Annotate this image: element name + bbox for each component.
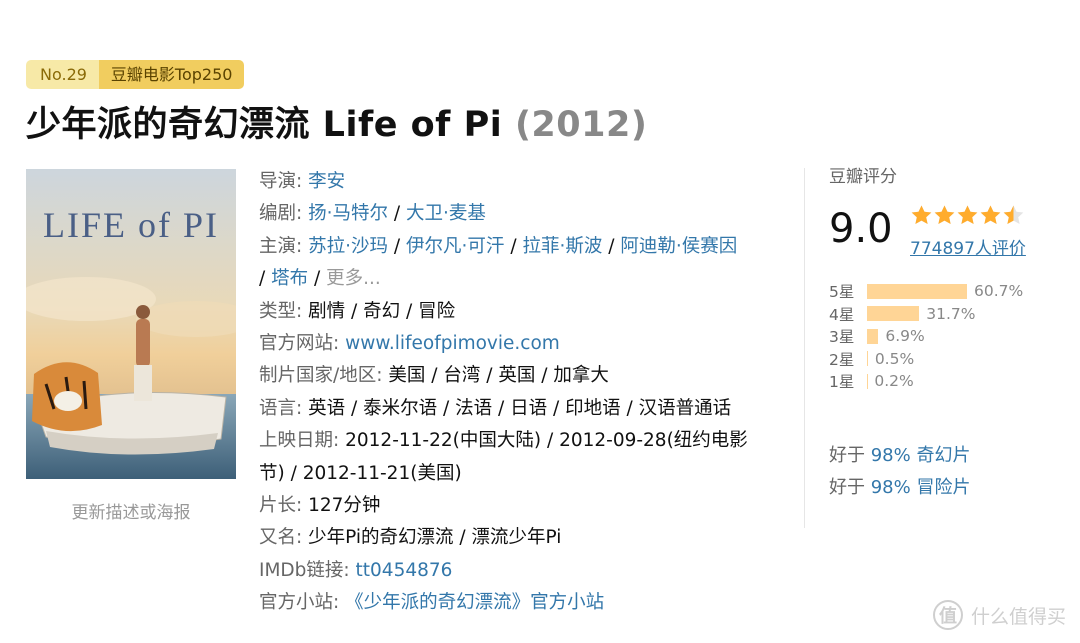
- rating-stars: [910, 204, 1025, 227]
- genre-label: 类型:: [259, 300, 303, 322]
- writer-label: 编剧: [259, 203, 297, 225]
- writer-link[interactable]: 扬·马特尔: [308, 203, 388, 224]
- info-director: 导演: 李安: [259, 171, 346, 192]
- runtime-label: 片长:: [259, 495, 303, 517]
- info-cast-cont: / 塔布 / 更多...: [259, 268, 381, 290]
- info-blog: 官方小站: 《少年派的奇幻漂流》官方小站: [259, 587, 789, 619]
- poster-title: LIFE of PI: [43, 205, 219, 245]
- poster-image: LIFE of PI: [26, 169, 236, 479]
- update-poster-link[interactable]: 更新描述或海报: [26, 498, 236, 523]
- director-link[interactable]: 李安: [308, 171, 345, 192]
- star-icon: [957, 205, 978, 225]
- rating-bar: [867, 328, 879, 344]
- title-text: 少年派的奇幻漂流 Life of Pi: [26, 105, 503, 145]
- star-icon: [911, 205, 932, 225]
- imdb-label: IMDb链接:: [259, 559, 350, 581]
- rating-label: 豆瓣评分: [829, 167, 897, 187]
- cast-link[interactable]: 苏拉·沙玛: [308, 236, 388, 257]
- rating-bar: [867, 283, 967, 299]
- country-label: 制片国家/地区:: [259, 365, 383, 387]
- aka-value: 少年Pi的奇幻漂流 / 漂流少年Pi: [308, 527, 562, 549]
- rating-row-pct: 0.2%: [874, 372, 914, 391]
- rating-score: 9.0: [829, 206, 893, 252]
- better-prefix: 好于: [829, 445, 865, 466]
- better-than-row: 好于 98% 冒险片: [829, 472, 970, 504]
- better-prefix: 好于: [829, 477, 865, 498]
- better-than-row: 好于 98% 奇幻片: [829, 440, 970, 472]
- cast-link[interactable]: 伊尔凡·可汗: [406, 236, 504, 257]
- official-blog-link[interactable]: 《少年派的奇幻漂流》官方小站: [345, 592, 604, 613]
- rating-distribution: 5星 60.7% 4星 31.7% 3星 6.9% 2星 0.5% 1星 0.2…: [829, 280, 1069, 393]
- info-release-cont: 节) / 2012-11-21(美国): [259, 458, 789, 490]
- runtime-value: 127分钟: [308, 495, 381, 517]
- better-than: 好于 98% 奇幻片 好于 98% 冒险片: [829, 440, 970, 504]
- star-icon: [934, 205, 955, 225]
- movie-poster[interactable]: LIFE of PI: [26, 169, 236, 479]
- title-year: (2012): [514, 105, 648, 145]
- rating-row-label: 1星: [829, 373, 855, 392]
- rating-row-pct: 0.5%: [874, 349, 915, 368]
- info-country: 制片国家/地区: 美国 / 台湾 / 英国 / 加拿大: [259, 360, 789, 392]
- top250-badge[interactable]: No.29 豆瓣电影Top250: [26, 60, 245, 89]
- rating-row-pct: 6.9%: [885, 327, 925, 346]
- imdb-link[interactable]: tt0454876: [356, 560, 453, 581]
- watermark: 值 什么值得买: [932, 600, 1066, 630]
- info-release: 上映日期: 2012-11-22(中国大陆) / 2012-09-28(纽约电影: [259, 425, 789, 457]
- info-aka: 又名: 少年Pi的奇幻漂流 / 漂流少年Pi: [259, 522, 789, 554]
- movie-title: 少年派的奇幻漂流 Life of Pi (2012): [26, 96, 647, 147]
- info-language: 语言: 英语 / 泰米尔语 / 法语 / 日语 / 印地语 / 汉语普通话: [259, 393, 789, 425]
- rating-row-label: 4星: [829, 305, 855, 324]
- watermark-text: 什么值得买: [970, 605, 1066, 628]
- rating-row: 3星 6.9%: [829, 325, 1069, 348]
- writer-link[interactable]: 大卫·麦基: [406, 203, 486, 224]
- info-writers: 编剧: 扬·马特尔 / 大卫·麦基: [259, 203, 486, 225]
- aka-label: 又名:: [259, 527, 303, 549]
- rating-row-label: 2星: [829, 350, 855, 369]
- release-label: 上映日期:: [259, 430, 340, 452]
- rating-panel: 豆瓣评分 9.0 774897人评价 5星 60.7% 4星 31.7% 3星 …: [829, 162, 1069, 498]
- cast-link[interactable]: 塔布: [271, 268, 308, 289]
- official-site-link[interactable]: www.lifeofpimovie.com: [345, 333, 560, 354]
- director-label: 导演: [259, 171, 297, 192]
- blog-label: 官方小站:: [259, 592, 340, 614]
- info-runtime: 片长: 127分钟: [259, 490, 789, 522]
- top250-label: 豆瓣电影Top250: [98, 60, 245, 89]
- rating-row: 4星 31.7%: [829, 303, 1069, 326]
- rating-bar: [867, 306, 920, 322]
- info-imdb: IMDb链接: tt0454876: [259, 555, 789, 587]
- rating-votes-link[interactable]: 774897人评价: [910, 234, 1026, 259]
- language-label: 语言:: [259, 397, 303, 419]
- release-value: 2012-11-22(中国大陆) / 2012-09-28(纽约电影: [345, 430, 748, 452]
- rating-row: 1星 0.2%: [829, 370, 1069, 393]
- cast-link[interactable]: 阿迪勒·侯赛因: [620, 236, 737, 257]
- better-link[interactable]: 98% 冒险片: [871, 477, 971, 498]
- site-label: 官方网站:: [259, 333, 340, 355]
- rating-row-pct: 60.7%: [974, 282, 1024, 301]
- country-value: 美国 / 台湾 / 英国 / 加拿大: [388, 365, 609, 387]
- rating-row-pct: 31.7%: [926, 304, 976, 323]
- rating-row: 5星 60.7%: [829, 280, 1069, 303]
- info-genre: 类型: 剧情 / 奇幻 / 冒险: [259, 296, 789, 328]
- rating-bar: [867, 351, 868, 367]
- star-icon: [980, 205, 1001, 225]
- watermark-logo-icon: 值: [932, 600, 963, 630]
- info-site: 官方网站: www.lifeofpimovie.com: [259, 328, 789, 360]
- rating-row: 2星 0.5%: [829, 348, 1069, 371]
- release-value-cont: 节) / 2012-11-21(美国): [259, 462, 462, 484]
- rating-row-label: 5星: [829, 283, 855, 302]
- better-link[interactable]: 98% 奇幻片: [871, 445, 971, 466]
- info-cast: 主演: 苏拉·沙玛 / 伊尔凡·可汗 / 拉菲·斯波 / 阿迪勒·侯赛因: [259, 235, 738, 257]
- language-value: 英语 / 泰米尔语 / 法语 / 日语 / 印地语 / 汉语普通话: [308, 397, 732, 419]
- movie-info: 导演: 李安 编剧: 扬·马特尔 / 大卫·麦基 主演: 苏拉·沙玛 / 伊尔凡…: [259, 166, 789, 620]
- cast-label: 主演: [259, 235, 297, 257]
- cast-link[interactable]: 拉菲·斯波: [522, 236, 602, 257]
- genre-value: 剧情 / 奇幻 / 冒险: [308, 300, 456, 322]
- star-icon: [1003, 205, 1024, 225]
- cast-more-link[interactable]: 更多...: [326, 268, 381, 289]
- rank-number: No.29: [26, 60, 99, 89]
- divider: [804, 168, 805, 528]
- rating-row-label: 3星: [829, 328, 855, 347]
